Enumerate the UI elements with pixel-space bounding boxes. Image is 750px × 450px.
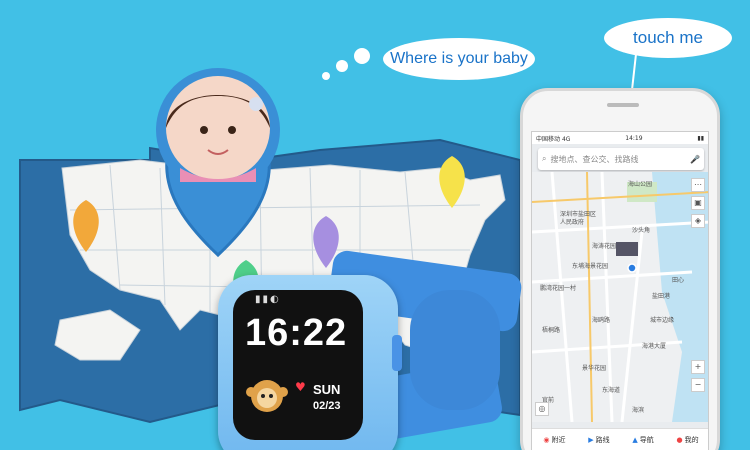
map-label: 盐田港 xyxy=(652,292,670,300)
map-label: 东埔海景花园 xyxy=(572,262,608,270)
map-label: 沙头角 xyxy=(632,226,650,234)
watch-strap-loop xyxy=(410,290,500,410)
watch-day: SUN xyxy=(313,382,341,397)
compass-icon[interactable]: ◈ xyxy=(691,214,705,228)
city-map[interactable]: 海山公园 深圳市盐田区 人民政府 海涛花园 沙头角 东埔海景花园 田心 鹏湾花园… xyxy=(532,172,709,422)
monkey-icon xyxy=(246,380,288,412)
zoom-in-button[interactable]: + xyxy=(691,360,705,374)
touch-me-bubble: touch me xyxy=(604,18,732,58)
map-label: 人民政府 xyxy=(560,218,584,226)
map-label: 海山公园 xyxy=(628,180,652,188)
map-label: 鹏湾花园一村 xyxy=(540,284,576,292)
search-icon: ⌕ xyxy=(542,154,547,163)
battery-icon: ▮▮ xyxy=(697,134,704,142)
where-is-baby-bubble: Where is your baby xyxy=(383,38,535,80)
phone-speaker xyxy=(607,103,639,107)
location-thumbnail[interactable] xyxy=(616,242,638,256)
nav-mine[interactable]: ● 我的 xyxy=(677,435,699,445)
navigate-icon: ▲ xyxy=(632,435,638,444)
nav-route[interactable]: ▶ 路线 xyxy=(588,435,609,445)
map-label: 城市边缘 xyxy=(650,316,674,324)
map-search-input[interactable]: ⌕ 搜地点、查公交、找路线 🎤 xyxy=(538,148,704,170)
nav-navigation[interactable]: ▲ 导航 xyxy=(632,435,653,445)
layers-icon[interactable]: ▣ xyxy=(691,196,705,210)
map-label: 东海道 xyxy=(602,386,620,394)
zoom-out-button[interactable]: − xyxy=(691,378,705,392)
map-label: 海滨 xyxy=(632,406,644,414)
phone-screen: 中国移动 4G 14:19 ▮▮ ⌕ 搜地点、查公交、找路线 🎤 海山公园 深圳… xyxy=(531,131,709,450)
child-face-icon xyxy=(166,76,270,180)
watch-screen[interactable]: ▮▮◐ 16:22 ♥ SUN 02/23 ✆ xyxy=(233,290,363,440)
microphone-icon[interactable]: 🎤 xyxy=(690,155,700,164)
map-label: 田心 xyxy=(672,277,684,284)
smartphone: 中国移动 4G 14:19 ▮▮ ⌕ 搜地点、查公交、找路线 🎤 海山公园 深圳… xyxy=(520,88,720,450)
pin-icon: ◉ xyxy=(543,435,550,444)
thought-dot-medium xyxy=(336,60,348,72)
map-label: 景华花园 xyxy=(582,364,606,372)
more-button[interactable]: ⋯ xyxy=(691,178,705,192)
smartwatch: ▮▮◐ 16:22 ♥ SUN 02/23 ✆ xyxy=(218,275,402,450)
promo-stage: Where is your baby touch me 中国移动 4G 14:1… xyxy=(0,0,750,450)
search-placeholder: 搜地点、查公交、找路线 xyxy=(550,154,639,164)
map-label: 海港大厦 xyxy=(642,342,666,350)
watch-status-icons: ▮▮◐ xyxy=(255,294,281,305)
map-label: 海鸥路 xyxy=(592,316,610,324)
heart-icon: ♥ xyxy=(295,380,306,394)
bottom-nav: ◉ 附近 ▶ 路线 ▲ 导航 ● 我的 xyxy=(532,428,708,450)
current-location-icon xyxy=(627,263,637,273)
carrier-label: 中国移动 4G xyxy=(536,135,571,143)
profile-icon: ● xyxy=(676,435,683,444)
locate-me-button[interactable]: ◎ xyxy=(535,402,549,416)
clock-label: 14:19 xyxy=(625,134,643,142)
map-label: 梧桐路 xyxy=(542,326,560,334)
watch-date: 02/23 xyxy=(313,400,341,412)
route-icon: ▶ xyxy=(588,435,594,444)
status-bar: 中国移动 4G 14:19 ▮▮ xyxy=(532,132,708,144)
map-label: 海涛花园 xyxy=(592,242,616,250)
watch-side-button[interactable] xyxy=(392,335,402,371)
thought-dot-large xyxy=(354,48,370,64)
nav-nearby[interactable]: ◉ 附近 xyxy=(543,435,565,445)
map-label: 深圳市盐田区 xyxy=(560,210,596,218)
thought-dot-small xyxy=(322,72,330,80)
watch-time: 16:22 xyxy=(245,312,348,354)
